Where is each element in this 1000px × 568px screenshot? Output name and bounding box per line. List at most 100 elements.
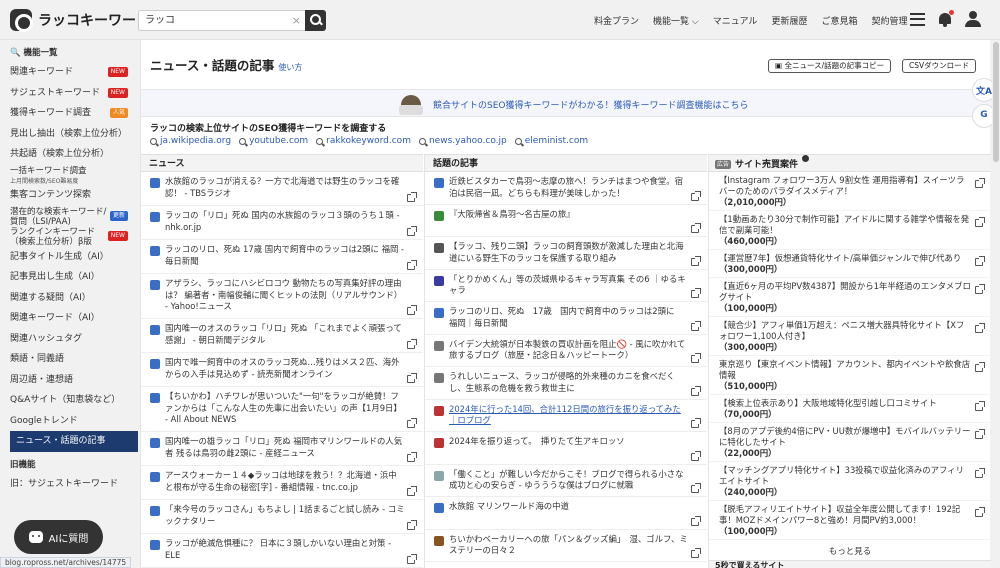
article-title[interactable]: 国内で唯一飼育中のオスのラッコ死ぬ…残りはメス２匹、海外からの入手は見込めず -… [165, 357, 405, 380]
sidebar-item[interactable]: 潜在的な検索キーワード/質問（LSI/PAA) 更新 [0, 206, 138, 226]
nav-manual[interactable]: マニュアル [713, 14, 758, 27]
seo-link[interactable]: ja.wikipedia.org [150, 136, 231, 146]
search-input[interactable]: ラッコ × [138, 10, 305, 31]
external-link-icon[interactable] [691, 223, 701, 233]
article-title[interactable]: 国内唯一のオスのラッコ「リロ」死ぬ 「これまでよく頑張って感謝」 - 朝日新聞デ… [165, 323, 405, 346]
nav-feedback[interactable]: ご意見箱 [821, 14, 857, 27]
sale-item[interactable]: 【競合少】アフィ単価1万超え：ペニス増大器具特化サイト【Xフォロワー1,100人… [709, 317, 991, 356]
article-title[interactable]: ラッコが絶滅危惧種に？ 日本に３頭しかいない理由と対策 - ELE [165, 538, 405, 561]
external-link-icon[interactable] [691, 353, 701, 363]
sale-item[interactable]: 【脱毛アフィリエイトサイト】収益全年度公開してます！192記事！MOZドメインパ… [709, 501, 991, 540]
external-link-icon[interactable] [407, 260, 417, 270]
sale-item[interactable]: 【検索上位表示あり】大阪地域特化型引越し口コミサイト （70,000円） [709, 395, 991, 423]
copy-all-button[interactable]: ▣ 全ニュース/話題の記事コピー [768, 59, 892, 73]
sidebar-item[interactable]: 周辺語・連想語 [0, 370, 138, 391]
sidebar-item[interactable]: Q&Aサイト（知恵袋など） [0, 390, 138, 411]
sale-item[interactable]: 東京巡り【東京イベント情報】アカウント、都内イベントや飲食店情報 （510,000… [709, 356, 991, 395]
external-link-icon[interactable] [975, 217, 985, 227]
logo[interactable]: ラッコキーワード [10, 9, 150, 32]
topic-item[interactable]: 水族館 マリンワールド海の中道 [425, 497, 707, 530]
promo-banner[interactable]: 競合サイトのSEO獲得キーワードがわかる！獲得キーワード調査機能はこちら [141, 89, 991, 117]
user-icon[interactable] [965, 11, 981, 27]
news-item[interactable]: アザラシ、ラッコにハシビロコウ 動物たちの写真集好評の理由は？ 編著者・南幅俊輔… [141, 274, 423, 319]
external-link-icon[interactable] [407, 339, 417, 349]
external-link-icon[interactable] [691, 483, 701, 493]
article-title[interactable]: 水族館 マリンワールド海の中道 [449, 501, 689, 513]
ai-question-button[interactable]: AIに質問 [14, 520, 103, 554]
external-link-icon[interactable] [407, 486, 417, 496]
article-title[interactable]: 近鉄ビスタカーで鳥羽〜志摩の旅へ！ランチはまつや食堂。宿泊は民宿一凪。どちらも料… [449, 176, 689, 199]
sale-item[interactable]: 【8月のアプデ後約4倍にPV・UU数が爆増中】モバイルバッテリーに特化したサイト… [709, 423, 991, 462]
sidebar-item[interactable]: 記事見出し生成（AI） [0, 267, 138, 288]
external-link-icon[interactable] [691, 450, 701, 461]
seo-link[interactable]: eleminist.com [514, 136, 588, 146]
external-link-icon[interactable] [407, 226, 417, 236]
article-title[interactable]: アースウォーカー１４◆ラッコは地球を救う！？北海道・浜中と根布が守る生命の秘密[… [165, 470, 405, 493]
external-link-icon[interactable] [407, 373, 417, 383]
article-title[interactable]: ちいかわベーカリーへの旅「パン＆グッズ編」 湿、ゴルフ、ミステリーの日々２ [449, 534, 689, 557]
news-item[interactable]: 「来今号のラッコさん」もちよし | 1話まるごと試し読み - コミックナタリー [141, 500, 423, 534]
topic-item[interactable]: 【ラッコ、残り二頭】ラッコの飼育頭数が激減した理由と北海道にいる野生下のラッコを… [425, 237, 707, 270]
bell-icon[interactable] [938, 9, 954, 27]
external-link-icon[interactable] [691, 385, 701, 396]
csv-download-button[interactable]: CSVダウンロード [902, 59, 977, 73]
help-icon[interactable] [802, 155, 810, 162]
external-link-icon[interactable] [691, 548, 701, 558]
search-button[interactable] [305, 10, 326, 31]
topic-item[interactable]: 「とりかめくん」等の茨城県ゆるキャラ写真集 その6 ｜ゆるキャラ [425, 270, 707, 302]
sale-title[interactable]: 【脱毛アフィリエイトサイト】収益全年度公開してます！192記事！MOZドメインパ… [719, 504, 971, 526]
sale-item[interactable]: 【運営歴7年】仮想通貨特化サイト/高単価ジャンルで伸び代あり （300,000円） [709, 250, 991, 278]
menu-icon[interactable] [910, 12, 925, 26]
article-title[interactable]: 国内唯一の雄ラッコ「リロ」死ぬ 福岡市マリンワールドの人気者 残るは鳥羽の雌2頭… [165, 436, 405, 459]
news-item[interactable]: 水族館のラッコが消える？一方で北海道では野生のラッコを確認！ - TBSラジオ [141, 172, 423, 206]
sale-title[interactable]: 【マッチングアプリ特化サイト】33投稿で収益化済みのアフィリエイトサイト [719, 465, 971, 487]
sidebar-item[interactable]: 関連キーワード NEW [0, 62, 138, 83]
sidebar-item[interactable]: 集客コンテンツ探索 [0, 185, 138, 206]
article-title[interactable]: 【ラッコ、残り二頭】ラッコの飼育頭数が激減した理由と北海道にいる野生下のラッコを… [449, 241, 689, 264]
sale-title[interactable]: 【Instagram フォロワー3万人 9割女性 運用指導有】スイーツラバーのた… [719, 175, 971, 197]
nav-pricing[interactable]: 料金プラン [594, 14, 639, 27]
external-link-icon[interactable] [407, 418, 417, 428]
topic-item[interactable]: 2024年に行った14回、合計112日間の旅行を振り返ってみた｜ロブログ [425, 400, 707, 432]
external-link-icon[interactable] [975, 178, 985, 188]
sidebar-item[interactable]: 関連する疑問（AI） [0, 288, 138, 309]
sidebar-item[interactable]: 共起語（検索上位分析） [0, 144, 138, 165]
external-link-icon[interactable] [691, 190, 701, 201]
topic-item[interactable]: ちいかわベーカリーへの旅「パン＆グッズ編」 湿、ゴルフ、ミステリーの日々２ [425, 530, 707, 562]
news-item[interactable]: アースウォーカー１４◆ラッコは地球を救う！？北海道・浜中と根布が守る生命の秘密[… [141, 466, 423, 500]
article-title[interactable]: 2024年に行った14回、合計112日間の旅行を振り返ってみた｜ロブログ [449, 404, 689, 427]
sidebar-item[interactable]: 類語・同義語 [0, 349, 138, 370]
seo-link[interactable]: rakkokeyword.com [316, 136, 411, 146]
sidebar-item[interactable]: 見出し抽出（検索上位分析） [0, 124, 138, 145]
external-link-icon[interactable] [691, 320, 701, 331]
sidebar-item[interactable]: Googleトレンド [0, 411, 138, 432]
scrollbar[interactable] [992, 40, 1000, 568]
external-link-icon[interactable] [407, 554, 417, 564]
external-link-icon[interactable] [691, 255, 701, 266]
article-title[interactable]: ラッコの「リロ」死ぬ 国内の水族館のラッコ３頭のうち１頭 - nhk.or.jp [165, 210, 405, 233]
sidebar-item[interactable]: 関連キーワード（AI） [0, 308, 138, 329]
article-title[interactable]: 「とりかめくん」等の茨城県ゆるキャラ写真集 その6 ｜ゆるキャラ [449, 274, 689, 297]
sidebar-item[interactable]: 記事タイトル生成（AI） [0, 247, 138, 268]
nav-features[interactable]: 機能一覧 ⌵ [653, 14, 699, 27]
external-link-icon[interactable] [975, 401, 985, 411]
sale-item[interactable]: 【Instagram フォロワー3万人 9割女性 運用指導有】スイーツラバーのた… [709, 172, 991, 211]
article-title[interactable]: バイデン大統領が日本製鉄の買収計画を阻止🚫 - 風に吹かれて旅するブログ（旅歴・… [449, 339, 689, 362]
topic-item[interactable]: 2024年を振り返って。 挿りたて生アキロッソ [425, 432, 707, 465]
sidebar-item[interactable]: サジェストキーワード NEW [0, 83, 138, 104]
sale-title[interactable]: 【8月のアプデ後約4倍にPV・UU数が爆増中】モバイルバッテリーに特化したサイト [719, 426, 971, 448]
article-title[interactable]: 水族館のラッコが消える？一方で北海道では野生のラッコを確認！ - TBSラジオ [165, 176, 405, 199]
nav-changelog[interactable]: 更新履歴 [771, 14, 807, 27]
sale-title[interactable]: 【直近6ヶ月の平均PV数4387】開設から1年半経過のエンタメブログサイト [719, 281, 971, 303]
external-link-icon[interactable] [975, 429, 985, 439]
more-button[interactable]: もっと見る [709, 540, 991, 562]
sale-item[interactable]: 【マッチングアプリ特化サイト】33投稿で収益化済みのアフィリエイトサイト （240… [709, 462, 991, 501]
sidebar-item[interactable]: ランクインキーワード （検索上位分析）β版 NEW [0, 226, 138, 247]
sale-item[interactable]: 【1動画あたり30分で制作可能】アイドルに関する雑学や情報を発信で副業可能！ （4… [709, 211, 991, 250]
sale-title[interactable]: 【競合少】アフィ単価1万超え：ペニス増大器具特化サイト【Xフォロワー1,100人… [719, 320, 971, 342]
topic-item[interactable]: うれしいニュース、ラッコが侵略的外来種のカニを食べだくし、生態系の危機を救う救世… [425, 367, 707, 400]
article-title[interactable]: うれしいニュース、ラッコが侵略的外来種のカニを食べだくし、生態系の危機を救う救世… [449, 371, 689, 394]
external-link-icon[interactable] [407, 192, 417, 202]
article-title[interactable]: 「働くこと」が難しい今だからこそ！ブログで得られる小さな成功と心の安らぎ - ゆ… [449, 469, 689, 492]
article-title[interactable]: 『大阪帰省＆鳥羽〜名古屋の旅』 [449, 209, 689, 221]
